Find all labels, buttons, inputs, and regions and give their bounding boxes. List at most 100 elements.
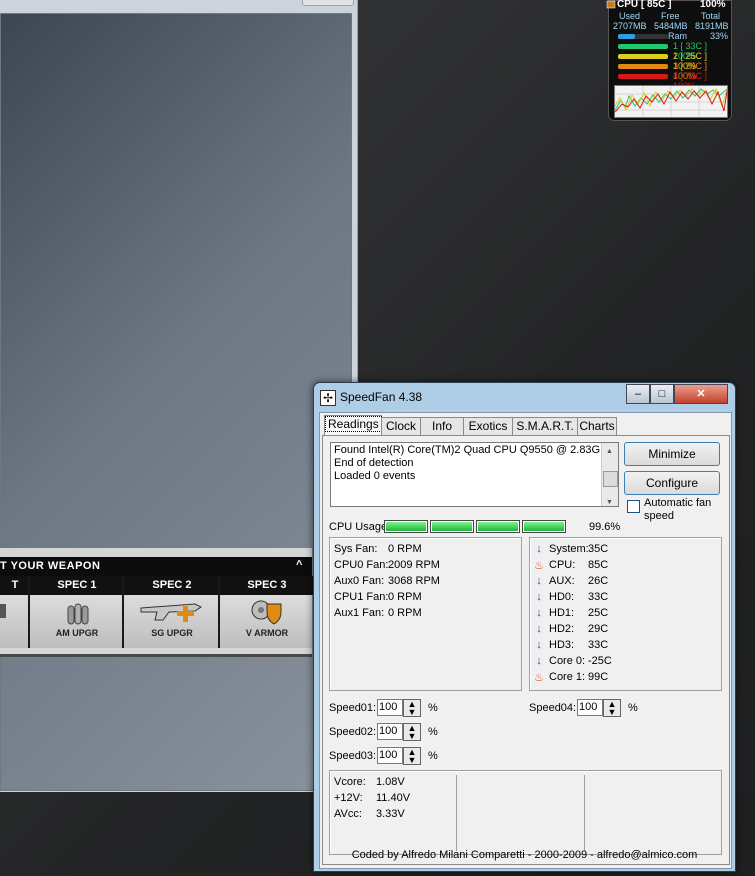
fan-reading: Aux1 Fan: 0 RPM [334,607,422,619]
weapon-tab-title: SPEC 3 [220,576,314,595]
log-line: Found Intel(R) Core(TM)2 Quad CPU Q9550 … [334,444,614,456]
speed-spinner-icon[interactable]: ▲ ▼ [603,699,621,717]
gadget-header: CPU [ 85C ] 100% [617,0,726,10]
weapon-tab-title: SPEC 2 [124,576,220,595]
fan-reading: Sys Fan: 0 RPM [334,543,422,555]
tab-readings[interactable]: Readings [324,415,382,436]
weapon-tab-first[interactable]: T [0,576,30,648]
temperature-value: 29C [588,623,609,635]
background-window-client [0,13,352,791]
fan-reading: CPU1 Fan: 0 RPM [334,591,422,603]
down-arrow-icon: ↓ [536,655,542,667]
scroll-up-icon[interactable]: ▲ [606,445,613,458]
configure-button[interactable]: Configure [624,471,720,495]
fan-readings-box: Sys Fan: 0 RPM CPU0 Fan: 2009 RPM Aux0 Fan… [329,537,522,691]
weapon-tab-label: AM UPGR [55,628,99,638]
weapon-tab-spec-3[interactable]: SPEC 3 V ARMOR [218,576,314,648]
voltage-readings-box: Vcore: 1.08V +12V: 11.40V AVcc: 3.33V [329,770,722,855]
cpu-monitor-gadget[interactable]: CPU [ 85C ] 100% Used Free Total 2707MB … [606,0,732,121]
speed-input[interactable]: 100 [377,723,403,740]
core-usage-bar [618,74,668,79]
collapse-caret-icon[interactable]: ^ [296,556,303,575]
core-usage-row: 1 [ 33C ] 100% [613,41,729,61]
temperature-label: AUX: [549,575,575,587]
down-arrow-icon: ↓ [536,575,542,587]
cpu-usage-value: 99.6% [589,521,621,533]
voltage-reading: +12V: 11.40V [334,792,411,804]
tab-charts[interactable]: Charts [577,417,617,435]
tab-info[interactable]: Info [420,417,464,435]
speed02-control: Speed02: 100 ▲ ▼ % [329,723,438,741]
core-usage-bar [618,64,668,69]
used-value: 2707MB [613,21,647,31]
weapon-panel: T YOUR WEAPON ^ T SPEC 1 AM UPGR SPEC 2 [0,548,314,657]
flame-icon: ♨ [534,560,544,572]
core-usage-row: 4 [ 33C ] 100% [613,71,729,91]
scroll-thumb[interactable] [603,471,618,487]
temperature-value: -25C [588,655,612,667]
background-window[interactable] [0,0,358,792]
speed-input[interactable]: 100 [577,699,603,716]
core-usage-row: 3 [ 29C ] 100% [613,61,729,81]
free-label: Free [661,11,680,21]
speed-label: Speed03: [329,750,377,762]
free-value: 5484MB [654,21,688,31]
background-window-caption-button[interactable] [302,0,354,6]
scroll-down-icon[interactable]: ▼ [606,496,613,509]
voltage-reading: Vcore: 1.08V [334,776,405,788]
tab-exotics[interactable]: Exotics [463,417,513,435]
cpu-core-usage-bar [430,520,474,533]
speed-unit: % [428,726,438,738]
speed-spinner-icon[interactable]: ▲ ▼ [403,747,421,765]
speed-input[interactable]: 100 [377,747,403,764]
minimize-window-button[interactable]: – [626,384,650,404]
speed-label: Speed01: [329,702,377,714]
log-line: Loaded 0 events [334,470,416,482]
ram-row: Ram 33% [613,31,729,41]
temperature-label: HD2: [549,623,575,635]
speed-spinner-icon[interactable]: ▲ ▼ [403,723,421,741]
speed-input[interactable]: 100 [377,699,403,716]
down-arrow-icon: ↓ [536,639,542,651]
core-usage-bar [618,44,668,49]
weapon-tab-spec-2[interactable]: SPEC 2 SG UPGR [122,576,220,648]
ram-label: Ram [668,31,688,41]
temperature-value: 99C [588,671,609,683]
speed04-control: Speed04: 100 ▲ ▼ % [529,699,638,717]
weapon-tab-title: SPEC 1 [30,576,124,595]
maximize-window-button[interactable]: □ [650,384,674,404]
weapon-tabs: T SPEC 1 AM UPGR SPEC 2 SG UPGR SPEC 3 V… [0,576,314,648]
speed-spinner-icon[interactable]: ▲ ▼ [403,699,421,717]
minimize-button[interactable]: Minimize [624,442,720,466]
close-window-button[interactable]: ✕ [674,384,728,404]
fan-icon: ✢ [320,390,336,406]
temperature-label: Core 1: [549,671,586,683]
speed-unit: % [628,702,638,714]
speed-label: Speed04: [529,702,577,714]
caption-buttons: – □ ✕ [626,384,729,404]
tab-clock[interactable]: Clock [381,417,421,435]
log-scrollbar[interactable]: ▲ ▼ [601,443,618,506]
cpu-core-usage-bar [384,520,428,533]
temperature-label: System: [549,543,589,555]
cpu-chip-icon [606,0,616,9]
automatic-fan-speed-checkbox[interactable] [627,500,640,513]
detection-log[interactable]: Found Intel(R) Core(TM)2 Quad CPU Q9550 … [330,442,619,507]
temperature-value: 33C [588,591,609,603]
temperature-label: HD3: [549,639,575,651]
voltage-reading: AVcc: 3.33V [334,808,405,820]
speedfan-client: Readings Clock Info Exotics S.M.A.R.T. C… [319,412,732,869]
total-label: Total [701,11,721,21]
speedfan-window[interactable]: ✢ SpeedFan 4.38 – □ ✕ Readings Clock Inf… [313,382,736,872]
weapon-tab-spec-1[interactable]: SPEC 1 AM UPGR [28,576,124,648]
weapon-panel-title: T YOUR WEAPON [0,560,101,572]
ram-percent: 33% [710,31,729,41]
down-arrow-icon: ↓ [536,591,542,603]
divider [584,775,585,851]
temperature-value: 35C [588,543,609,555]
speed-unit: % [428,750,438,762]
tab-smart[interactable]: S.M.A.R.T. [512,417,578,435]
speedfan-titlebar[interactable]: ✢ SpeedFan 4.38 – □ ✕ [314,383,735,411]
weapon-icon [0,604,6,618]
temperature-value: 25C [588,607,609,619]
